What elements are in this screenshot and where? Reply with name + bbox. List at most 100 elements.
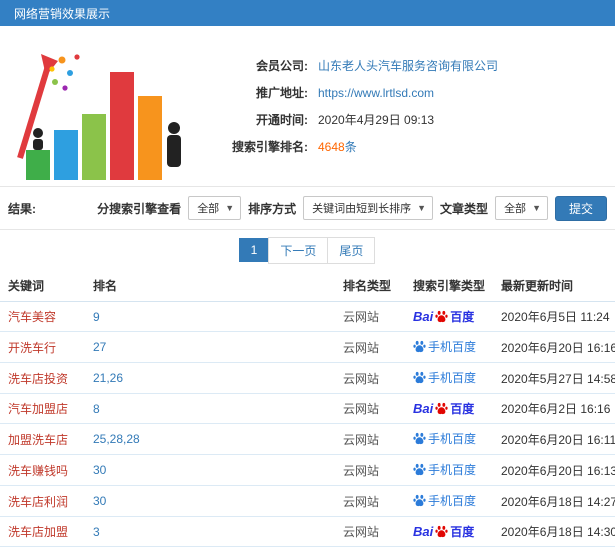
column-header-updated: 最新更新时间 [493, 270, 615, 302]
keyword-cell: 汽车美容 [0, 301, 85, 332]
baidu-logo: Bai 百度 [413, 308, 474, 325]
baidu-logo-text: Bai [413, 524, 434, 539]
mobile-baidu-label: 手机百度 [428, 432, 477, 446]
column-header-rank: 排名 [85, 270, 335, 302]
mobile-baidu-label: 手机百度 [428, 463, 477, 477]
top-header-bar: 网络营销效果展示 [0, 0, 615, 26]
result-section-label: 结果: [8, 201, 36, 216]
mobile-baidu-logo: 手机百度 [413, 492, 476, 509]
info-field-label: 会员公司: [256, 59, 308, 73]
engine-type-cell: 手机百度 [405, 331, 493, 363]
baidu-paw-icon [435, 310, 448, 323]
engine-filter-value: 全部 [197, 203, 220, 215]
table-row: 洗车赚钱吗 30 云网站 手机百度 2020年6月20日 16:13 [0, 454, 615, 486]
updated-time-cell: 2020年6月20日 16:16 [493, 331, 615, 363]
page: 网络营销效果展示 会员公司: 山东老人头汽车服务咨询有限公司 推广地址: htt… [0, 0, 615, 547]
engine-filter-select[interactable]: 全部 ▼ [188, 196, 242, 220]
table-row: 汽车加盟店 8 云网站 Bai 百度 2020年6月2日 16:16 [0, 393, 615, 424]
filter-bar: 结果: 分搜索引擎查看 全部 ▼ 排序方式 关键词由短到长排序 ▼ 文章类型 全… [0, 186, 615, 230]
info-field-suffix: 条 [344, 140, 357, 154]
baidu-logo-cn: 百度 [450, 310, 475, 324]
info-field-link[interactable]: https://www.lrtlsd.com [318, 86, 434, 100]
info-field-value: 4648 [318, 140, 345, 154]
rank-type-cell: 云网站 [335, 485, 405, 517]
info-field-row: 搜索引擎排名: 4648条 [190, 134, 615, 161]
baidu-logo-text: Bai [413, 401, 434, 416]
mobile-baidu-paw-icon [413, 463, 426, 476]
updated-time-cell: 2020年6月2日 16:16 [493, 393, 615, 424]
rank-type-cell: 云网站 [335, 301, 405, 332]
rank-type-cell: 云网站 [335, 423, 405, 455]
rank-cell: 8 [85, 393, 335, 424]
chevron-down-icon: ▼ [417, 203, 427, 213]
mobile-baidu-label: 手机百度 [428, 494, 477, 508]
updated-time-cell: 2020年6月18日 14:30 [493, 516, 615, 547]
info-field-label: 推广地址: [256, 86, 308, 100]
rank-type-cell: 云网站 [335, 516, 405, 547]
keyword-cell: 洗车店利润 [0, 485, 85, 517]
page-title: 网络营销效果展示 [14, 6, 111, 21]
engine-type-cell: Bai 百度 [405, 301, 493, 332]
table-row: 开洗车行 27 云网站 手机百度 2020年6月20日 16:16 [0, 331, 615, 363]
column-header-keyword: 关键词 [0, 270, 85, 302]
chevron-down-icon: ▼ [532, 203, 541, 213]
updated-time-cell: 2020年6月18日 14:27 [493, 485, 615, 517]
mobile-baidu-paw-icon [413, 494, 426, 507]
rank-cell: 9 [85, 301, 335, 332]
rank-cell: 30 [85, 454, 335, 486]
baidu-logo-cn: 百度 [450, 402, 475, 416]
rank-cell: 25,28,28 [85, 423, 335, 455]
baidu-logo-text: Bai [413, 309, 434, 324]
mobile-baidu-logo: 手机百度 [413, 461, 476, 478]
mobile-baidu-paw-icon [413, 371, 426, 384]
submit-button[interactable]: 提交 [554, 195, 607, 221]
table-row: 洗车店投资 21,26 云网站 手机百度 2020年5月27日 14:58 [0, 362, 615, 394]
mobile-baidu-logo: 手机百度 [413, 338, 476, 355]
rank-type-cell: 云网站 [335, 362, 405, 394]
info-field-link[interactable]: 山东老人头汽车服务咨询有限公司 [318, 59, 498, 73]
chevron-down-icon: ▼ [225, 203, 235, 213]
keyword-cell: 汽车加盟店 [0, 393, 85, 424]
column-header-engine-type: 搜索引擎类型 [405, 270, 493, 302]
page-number-current[interactable]: 1 [238, 238, 270, 262]
sort-filter-select[interactable]: 关键词由短到长排序 ▼ [303, 196, 434, 220]
info-section: 会员公司: 山东老人头汽车服务咨询有限公司 推广地址: https://www.lrt… [0, 26, 615, 186]
baidu-logo: Bai 百度 [413, 523, 474, 540]
results-table-body: 汽车美容 9 云网站 Bai 百度 2020年6月5日 11:24 开洗车行 27 云网站 手机百… [0, 301, 615, 547]
table-row: 加盟洗车店 25,28,28 云网站 手机百度 2020年6月20日 16:11 [0, 423, 615, 455]
mobile-baidu-logo: 手机百度 [413, 369, 476, 386]
engine-type-cell: 手机百度 [405, 485, 493, 517]
filter-controls: 分搜索引擎查看 全部 ▼ 排序方式 关键词由短到长排序 ▼ 文章类型 全部 ▼ … [97, 195, 607, 221]
engine-type-cell: 手机百度 [405, 423, 493, 455]
updated-time-cell: 2020年6月20日 16:13 [493, 454, 615, 486]
results-table: 关键词 排名 排名类型 搜索引擎类型 最新更新时间 汽车美容 9 云网站 Bai 百度 2020年… [0, 270, 615, 547]
table-header-row: 关键词 排名 排名类型 搜索引擎类型 最新更新时间 [0, 270, 615, 302]
keyword-cell: 开洗车行 [0, 331, 85, 363]
engine-type-cell: Bai 百度 [405, 393, 493, 424]
table-row: 洗车店利润 30 云网站 手机百度 2020年6月18日 14:27 [0, 485, 615, 517]
info-field-row: 会员公司: 山东老人头汽车服务咨询有限公司 [190, 53, 615, 80]
engine-type-cell: Bai 百度 [405, 516, 493, 547]
article-filter-label: 文章类型 [440, 201, 489, 216]
rank-cell: 30 [85, 485, 335, 517]
rank-cell: 21,26 [85, 362, 335, 394]
engine-type-cell: 手机百度 [405, 362, 493, 394]
keyword-cell: 加盟洗车店 [0, 423, 85, 455]
article-filter-select[interactable]: 全部 ▼ [495, 196, 548, 220]
engine-type-cell: 手机百度 [405, 454, 493, 486]
next-page-button[interactable]: 下一页 [268, 236, 329, 264]
rank-type-cell: 云网站 [335, 393, 405, 424]
keyword-cell: 洗车店加盟 [0, 516, 85, 547]
baidu-paw-icon [435, 402, 448, 415]
mobile-baidu-logo: 手机百度 [413, 430, 476, 447]
pagination: 1 下一页 尾页 [0, 230, 615, 270]
updated-time-cell: 2020年6月20日 16:11 [493, 423, 615, 455]
last-page-button[interactable]: 尾页 [327, 236, 376, 264]
rank-type-cell: 云网站 [335, 331, 405, 363]
info-field-value: 2020年4月29日 09:13 [318, 113, 435, 127]
keyword-cell: 洗车赚钱吗 [0, 454, 85, 486]
sort-filter-value: 关键词由短到长排序 [312, 203, 412, 215]
engine-filter-label: 分搜索引擎查看 [97, 201, 182, 216]
mobile-baidu-label: 手机百度 [428, 340, 477, 354]
rank-type-cell: 云网站 [335, 454, 405, 486]
